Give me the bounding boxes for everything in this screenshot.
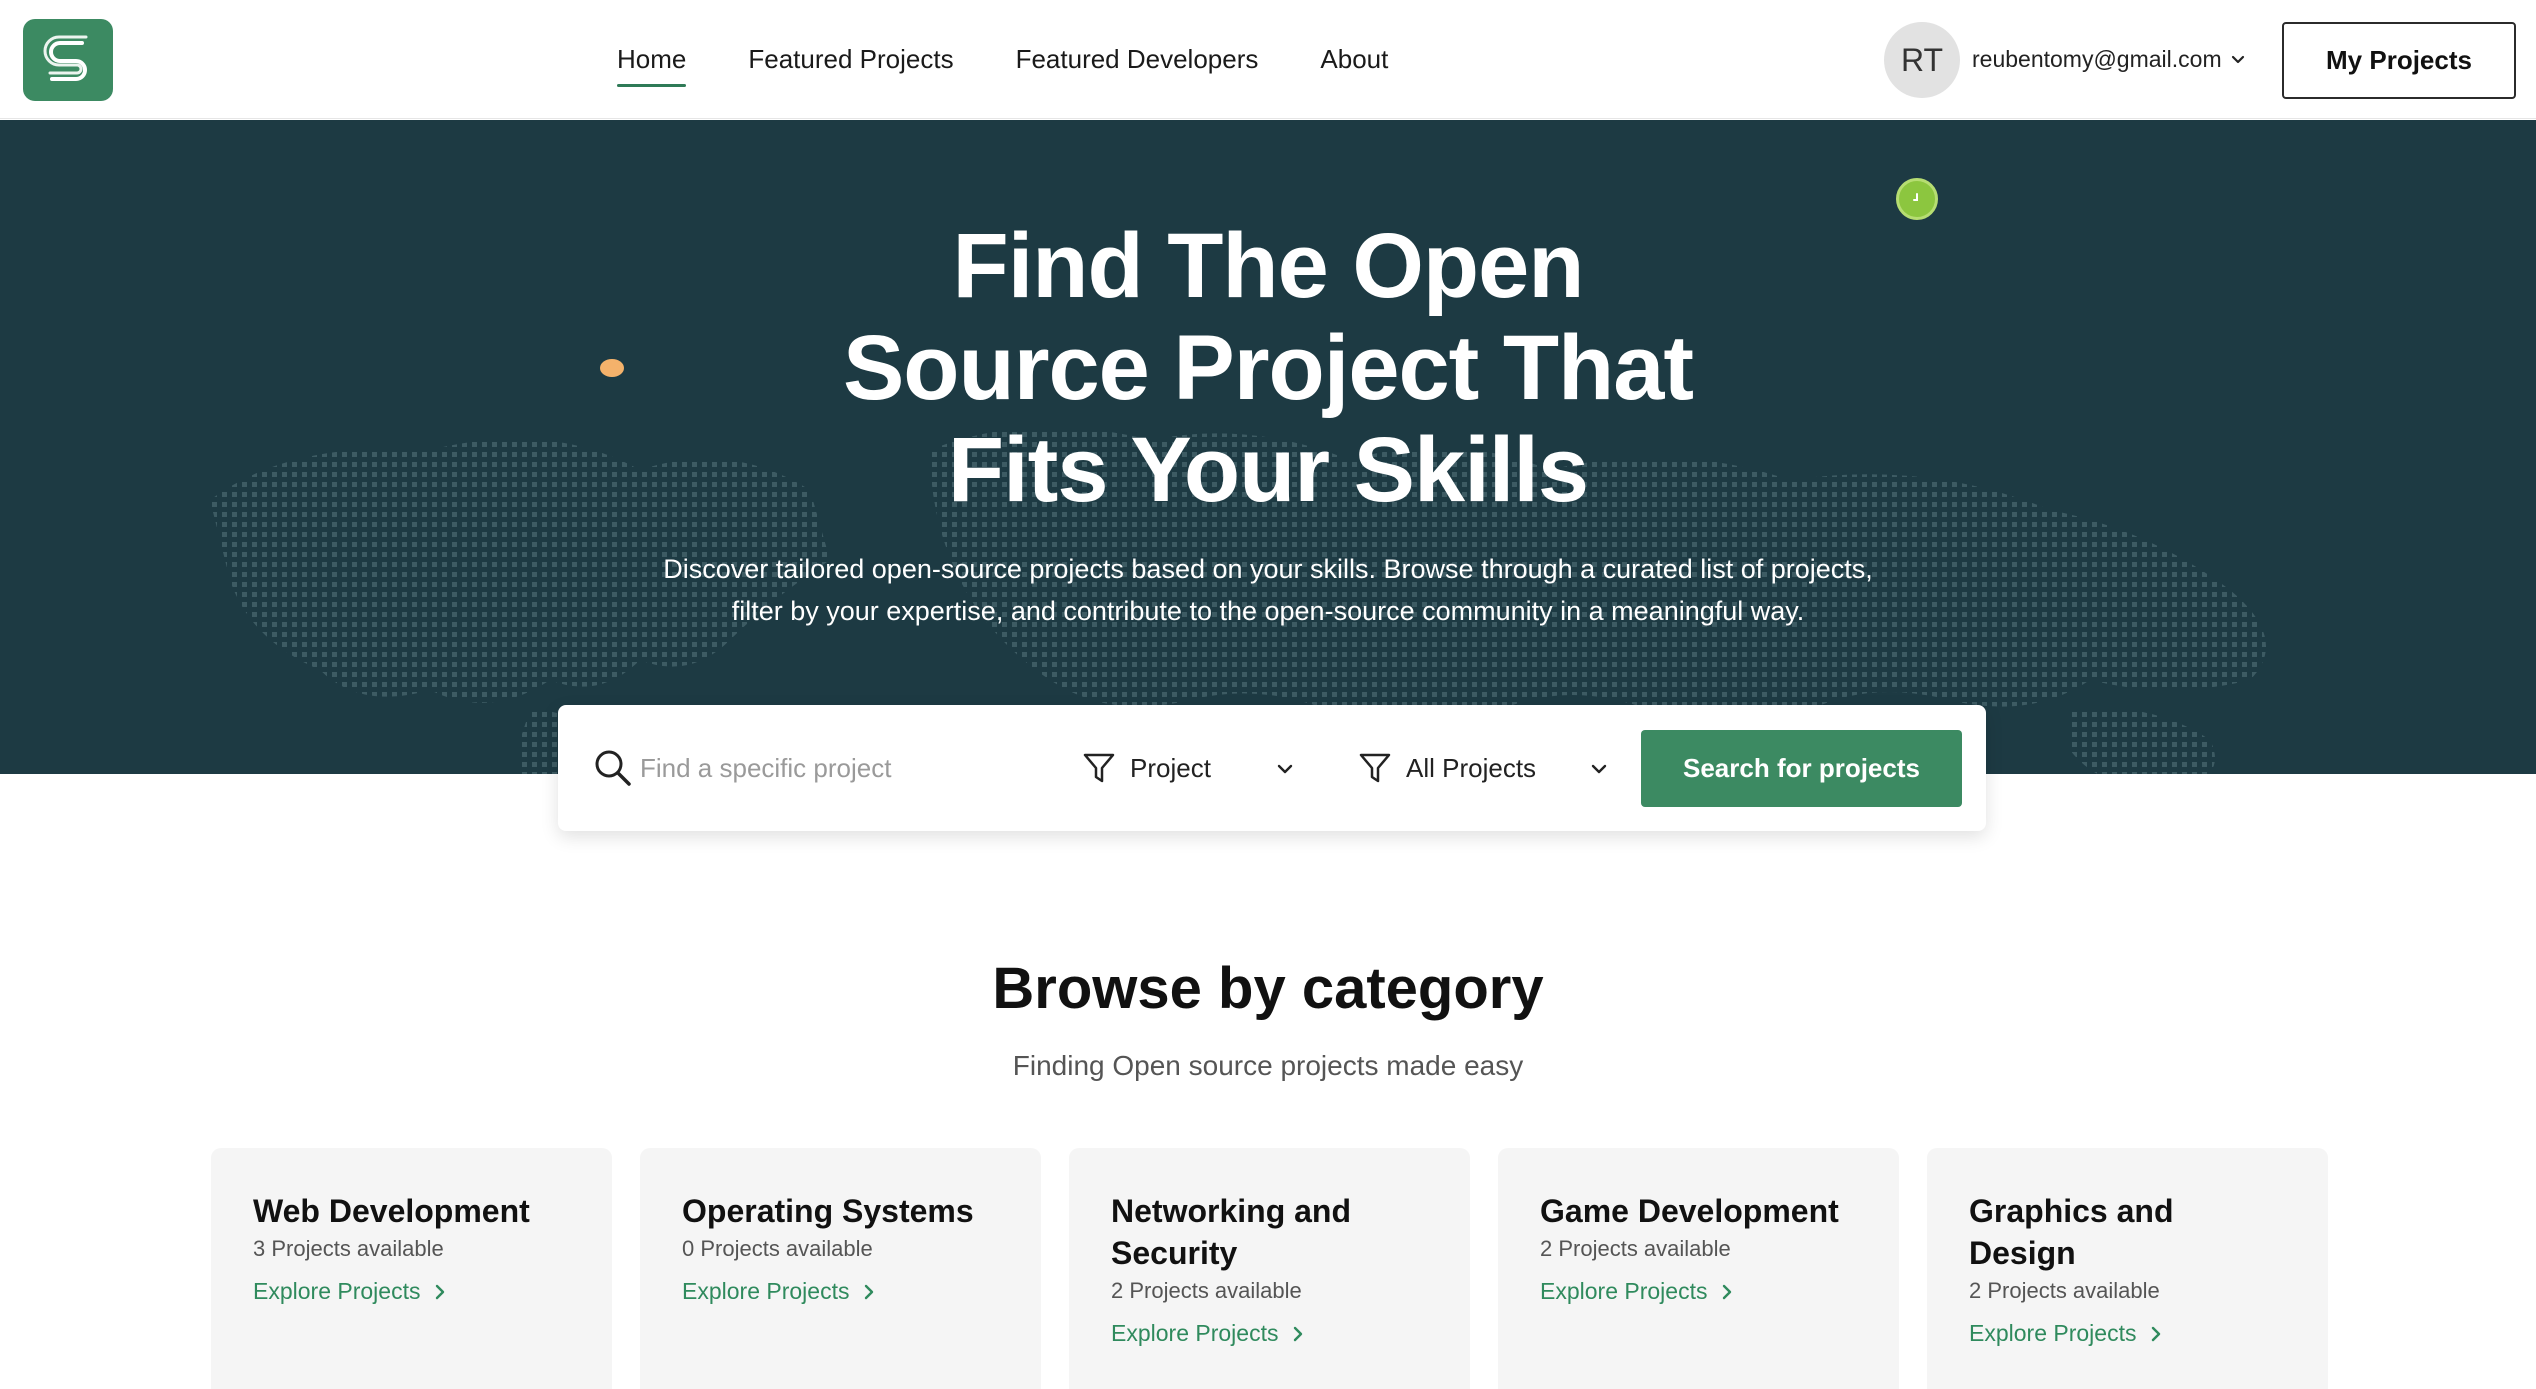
chevron-right-icon	[2152, 1326, 2161, 1341]
avatar[interactable]: RT	[1884, 22, 1960, 98]
explore-projects-label: Explore Projects	[1111, 1320, 1279, 1346]
nav-home[interactable]: Home	[617, 38, 687, 87]
category-card-count: 3 Projects available	[253, 1236, 444, 1261]
filter-icon	[1359, 753, 1391, 783]
project-scope-label: All Projects	[1406, 752, 1537, 783]
explore-projects-label: Explore Projects	[253, 1278, 421, 1304]
chevron-down-icon	[1591, 764, 1607, 774]
category-subtitle: Finding Open source projects made easy	[1012, 1050, 1524, 1081]
chevron-right-icon	[1723, 1284, 1732, 1299]
hero-section: Find The Open Source Project That Fits Y…	[0, 120, 2536, 774]
explore-projects-link[interactable]: Explore Projects	[253, 1278, 570, 1305]
project-type-select[interactable]: Project	[1082, 741, 1362, 795]
hero-title-line: Fits Your Skills	[947, 419, 1589, 521]
explore-projects-link[interactable]: Explore Projects	[682, 1278, 999, 1305]
category-card-title: Game Development	[1540, 1193, 1839, 1229]
search-input[interactable]	[640, 741, 1040, 795]
explore-projects-link[interactable]: Explore Projects	[1540, 1278, 1857, 1305]
my-projects-button[interactable]: My Projects	[2282, 22, 2516, 99]
project-scope-select[interactable]: All Projects	[1358, 741, 1628, 795]
category-card-count: 2 Projects available	[1111, 1278, 1302, 1303]
hero-title-line: Source Project That	[842, 317, 1694, 419]
main-nav: Home Featured Projects Featured Develope…	[617, 0, 1388, 119]
category-card[interactable]: Networking and Security 2 Projects avail…	[1069, 1148, 1470, 1389]
user-menu[interactable]: reubentomy@gmail.com	[1972, 46, 2246, 73]
category-card-title: Web Development	[253, 1193, 530, 1229]
search-icon	[595, 750, 631, 786]
category-card[interactable]: Game Development 2 Projects available Ex…	[1498, 1148, 1899, 1389]
hero-subtitle-line: Discover tailored open-source projects b…	[663, 554, 1873, 584]
chevron-down-icon	[2231, 55, 2244, 63]
category-title: Browse by category	[992, 956, 1544, 1021]
top-navbar: Home Featured Projects Featured Develope…	[0, 0, 2536, 119]
logo-s-icon[interactable]	[23, 19, 113, 101]
explore-projects-label: Explore Projects	[682, 1278, 850, 1304]
hero-subtitle: Discover tailored open-source projects b…	[0, 548, 2536, 632]
avatar-initials: RT	[1900, 41, 1944, 78]
category-card-count: 2 Projects available	[1969, 1278, 2160, 1303]
category-card[interactable]: Graphics and Design 2 Projects available…	[1927, 1148, 2328, 1389]
category-card[interactable]: Web Development 3 Projects available Exp…	[211, 1148, 612, 1389]
search-bar: Project All Projects Search for projects	[558, 705, 1986, 831]
search-projects-button[interactable]: Search for projects	[1641, 730, 1962, 807]
category-cards: Web Development 3 Projects available Exp…	[211, 1148, 2328, 1389]
category-card-title: Networking and Security	[1111, 1193, 1352, 1271]
nav-about[interactable]: About	[1320, 38, 1388, 81]
category-card[interactable]: Operating Systems 0 Projects available E…	[640, 1148, 1041, 1389]
category-card-title: Graphics and Design	[1969, 1193, 2174, 1271]
hero-title-line: Find The Open	[952, 215, 1585, 317]
user-email: reubentomy@gmail.com	[1972, 46, 2222, 72]
hero-subtitle-line: filter by your expertise, and contribute…	[731, 596, 1805, 626]
clock-icon	[1896, 178, 1938, 220]
nav-featured-projects[interactable]: Featured Projects	[748, 38, 953, 81]
category-card-count: 0 Projects available	[682, 1236, 873, 1261]
explore-projects-link[interactable]: Explore Projects	[1111, 1320, 1428, 1347]
project-type-label: Project	[1130, 752, 1211, 783]
category-card-title: Operating Systems	[682, 1193, 974, 1229]
explore-projects-label: Explore Projects	[1969, 1320, 2137, 1346]
chevron-down-icon	[1277, 764, 1293, 774]
nav-featured-developers[interactable]: Featured Developers	[1016, 38, 1259, 81]
chevron-right-icon	[1294, 1326, 1303, 1341]
explore-projects-label: Explore Projects	[1540, 1278, 1708, 1304]
chevron-right-icon	[865, 1284, 874, 1299]
category-card-count: 2 Projects available	[1540, 1236, 1731, 1261]
explore-projects-link[interactable]: Explore Projects	[1969, 1320, 2286, 1347]
chevron-right-icon	[436, 1284, 445, 1299]
filter-icon	[1083, 753, 1115, 783]
hero-title: Find The Open Source Project That Fits Y…	[0, 215, 2536, 521]
